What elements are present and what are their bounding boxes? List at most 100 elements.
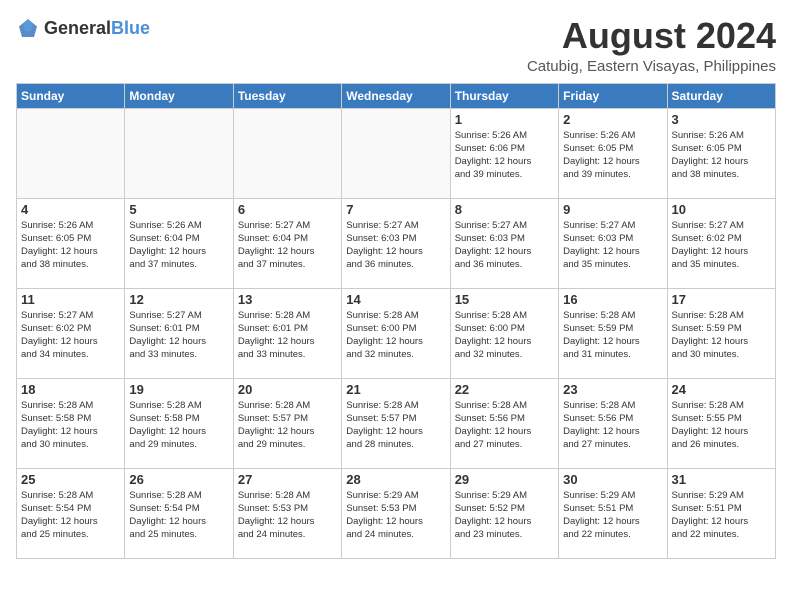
day-cell: 13Sunrise: 5:28 AMSunset: 6:01 PMDayligh… (233, 288, 341, 378)
day-cell: 7 Sunrise: 5:27 AMSunset: 6:03 PMDaylight… (342, 198, 450, 288)
day-info: Sunrise: 5:26 AMSunset: 6:04 PMDaylight:… (129, 219, 228, 272)
day-cell: 14 Sunrise: 5:28 AMSunset: 6:00 PMDayligh… (342, 288, 450, 378)
day-number: 15 (455, 292, 554, 307)
logo-text-blue: Blue (111, 18, 150, 38)
weekday-wednesday: Wednesday (342, 83, 450, 108)
day-info: Sunrise: 5:28 AMSunset: 5:54 PMDaylight:… (21, 489, 120, 542)
day-info: Sunrise: 5:28 AMSunset: 5:59 PMDaylight:… (563, 309, 662, 362)
day-number: 1 (455, 112, 554, 127)
weekday-monday: Monday (125, 83, 233, 108)
day-cell: 24Sunrise: 5:28 AMSunset: 5:55 PMDayligh… (667, 378, 775, 468)
day-cell: 26 Sunrise: 5:28 AMSunset: 5:54 PMDayligh… (125, 468, 233, 558)
day-number: 19 (129, 382, 228, 397)
day-info: Sunrise: 5:26 AMSunset: 6:06 PMDaylight:… (455, 129, 554, 182)
header: GeneralBlue August 2024 Catubig, Eastern… (16, 16, 776, 75)
weekday-friday: Friday (559, 83, 667, 108)
day-cell: 2Sunrise: 5:26 AMSunset: 6:05 PMDaylight… (559, 108, 667, 198)
day-number: 21 (346, 382, 445, 397)
day-number: 23 (563, 382, 662, 397)
day-cell: 18Sunrise: 5:28 AMSunset: 5:58 PMDayligh… (17, 378, 125, 468)
day-cell: 19 Sunrise: 5:28 AMSunset: 5:58 PMDayligh… (125, 378, 233, 468)
day-info: Sunrise: 5:28 AMSunset: 6:01 PMDaylight:… (238, 309, 337, 362)
week-row-2: 4Sunrise: 5:26 AMSunset: 6:05 PMDaylight… (17, 198, 776, 288)
day-number: 27 (238, 472, 337, 487)
day-info: Sunrise: 5:28 AMSunset: 5:58 PMDaylight:… (129, 399, 228, 452)
day-info: Sunrise: 5:28 AMSunset: 6:00 PMDaylight:… (346, 309, 445, 362)
day-info: Sunrise: 5:28 AMSunset: 5:56 PMDaylight:… (455, 399, 554, 452)
location: Catubig, Eastern Visayas, Philippines (527, 58, 776, 75)
day-cell (233, 108, 341, 198)
day-cell: 3Sunrise: 5:26 AMSunset: 6:05 PMDaylight… (667, 108, 775, 198)
day-cell: 12 Sunrise: 5:27 AMSunset: 6:01 PMDayligh… (125, 288, 233, 378)
day-number: 7 (346, 202, 445, 217)
day-cell: 17 Sunrise: 5:28 AMSunset: 5:59 PMDayligh… (667, 288, 775, 378)
day-info: Sunrise: 5:26 AMSunset: 6:05 PMDaylight:… (21, 219, 120, 272)
day-number: 11 (21, 292, 120, 307)
weekday-tuesday: Tuesday (233, 83, 341, 108)
day-info: Sunrise: 5:29 AMSunset: 5:51 PMDaylight:… (563, 489, 662, 542)
day-number: 10 (672, 202, 771, 217)
calendar-body: 1 Sunrise: 5:26 AMSunset: 6:06 PMDaylight… (17, 108, 776, 558)
day-cell: 28Sunrise: 5:29 AMSunset: 5:53 PMDayligh… (342, 468, 450, 558)
title-area: August 2024 Catubig, Eastern Visayas, Ph… (527, 16, 776, 75)
day-info: Sunrise: 5:29 AMSunset: 5:52 PMDaylight:… (455, 489, 554, 542)
day-cell: 31 Sunrise: 5:29 AMSunset: 5:51 PMDayligh… (667, 468, 775, 558)
day-cell: 21 Sunrise: 5:28 AMSunset: 5:57 PMDayligh… (342, 378, 450, 468)
day-info: Sunrise: 5:27 AMSunset: 6:03 PMDaylight:… (563, 219, 662, 272)
day-cell: 6Sunrise: 5:27 AMSunset: 6:04 PMDaylight… (233, 198, 341, 288)
day-number: 31 (672, 472, 771, 487)
day-cell: 23Sunrise: 5:28 AMSunset: 5:56 PMDayligh… (559, 378, 667, 468)
day-cell: 22Sunrise: 5:28 AMSunset: 5:56 PMDayligh… (450, 378, 558, 468)
day-cell: 9 Sunrise: 5:27 AMSunset: 6:03 PMDaylight… (559, 198, 667, 288)
day-cell (342, 108, 450, 198)
day-cell: 10Sunrise: 5:27 AMSunset: 6:02 PMDayligh… (667, 198, 775, 288)
day-number: 26 (129, 472, 228, 487)
day-cell: 27 Sunrise: 5:28 AMSunset: 5:53 PMDayligh… (233, 468, 341, 558)
day-info: Sunrise: 5:28 AMSunset: 5:54 PMDaylight:… (129, 489, 228, 542)
day-number: 12 (129, 292, 228, 307)
day-info: Sunrise: 5:28 AMSunset: 5:57 PMDaylight:… (346, 399, 445, 452)
day-number: 14 (346, 292, 445, 307)
day-cell: 30 Sunrise: 5:29 AMSunset: 5:51 PMDayligh… (559, 468, 667, 558)
day-cell: 11 Sunrise: 5:27 AMSunset: 6:02 PMDayligh… (17, 288, 125, 378)
day-cell: 29Sunrise: 5:29 AMSunset: 5:52 PMDayligh… (450, 468, 558, 558)
day-info: Sunrise: 5:27 AMSunset: 6:01 PMDaylight:… (129, 309, 228, 362)
day-info: Sunrise: 5:27 AMSunset: 6:03 PMDaylight:… (346, 219, 445, 272)
day-number: 20 (238, 382, 337, 397)
week-row-4: 18 Sunrise: 5:28 AMSunset: 5:58 PMDayligh… (17, 378, 776, 468)
weekday-saturday: Saturday (667, 83, 775, 108)
day-info: Sunrise: 5:29 AMSunset: 5:53 PMDaylight:… (346, 489, 445, 542)
day-number: 3 (672, 112, 771, 127)
day-info: Sunrise: 5:27 AMSunset: 6:02 PMDaylight:… (21, 309, 120, 362)
day-cell: 5 Sunrise: 5:26 AMSunset: 6:04 PMDaylight… (125, 198, 233, 288)
day-cell: 8 Sunrise: 5:27 AMSunset: 6:03 PMDaylight… (450, 198, 558, 288)
day-info: Sunrise: 5:27 AMSunset: 6:03 PMDaylight:… (455, 219, 554, 272)
day-cell: 25 Sunrise: 5:28 AMSunset: 5:54 PMDayligh… (17, 468, 125, 558)
day-cell: 16Sunrise: 5:28 AMSunset: 5:59 PMDayligh… (559, 288, 667, 378)
day-number: 24 (672, 382, 771, 397)
day-info: Sunrise: 5:28 AMSunset: 5:59 PMDaylight:… (672, 309, 771, 362)
day-cell (125, 108, 233, 198)
weekday-thursday: Thursday (450, 83, 558, 108)
day-number: 18 (21, 382, 120, 397)
day-info: Sunrise: 5:29 AMSunset: 5:51 PMDaylight:… (672, 489, 771, 542)
day-info: Sunrise: 5:28 AMSunset: 5:53 PMDaylight:… (238, 489, 337, 542)
day-number: 8 (455, 202, 554, 217)
day-cell (17, 108, 125, 198)
day-number: 9 (563, 202, 662, 217)
logo-text-general: General (44, 18, 111, 38)
logo-icon (16, 16, 40, 40)
day-cell: 20 Sunrise: 5:28 AMSunset: 5:57 PMDayligh… (233, 378, 341, 468)
day-number: 6 (238, 202, 337, 217)
logo: GeneralBlue (16, 16, 150, 40)
week-row-1: 1 Sunrise: 5:26 AMSunset: 6:06 PMDaylight… (17, 108, 776, 198)
day-number: 5 (129, 202, 228, 217)
calendar-table: SundayMondayTuesdayWednesdayThursdayFrid… (16, 83, 776, 559)
day-cell: 1 Sunrise: 5:26 AMSunset: 6:06 PMDaylight… (450, 108, 558, 198)
day-number: 30 (563, 472, 662, 487)
day-number: 25 (21, 472, 120, 487)
month-year: August 2024 (527, 16, 776, 56)
day-info: Sunrise: 5:28 AMSunset: 5:57 PMDaylight:… (238, 399, 337, 452)
day-info: Sunrise: 5:28 AMSunset: 6:00 PMDaylight:… (455, 309, 554, 362)
day-number: 17 (672, 292, 771, 307)
